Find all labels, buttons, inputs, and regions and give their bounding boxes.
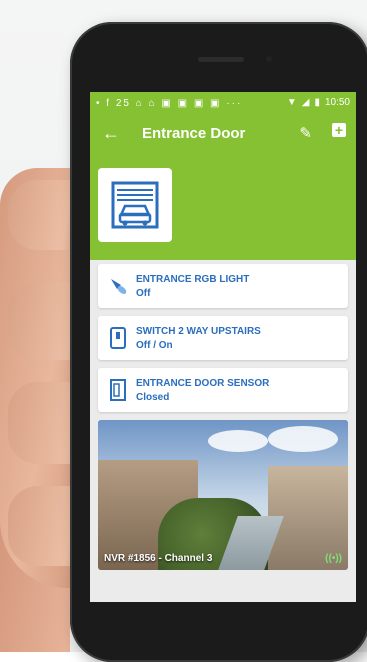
wifi-icon: ▼: [286, 97, 297, 108]
notification-icons: • f 25 ⌂ ⌂ ▣ ▣ ▣ ▣ ···: [96, 97, 243, 109]
status-bar: • f 25 ⌂ ⌂ ▣ ▣ ▣ ▣ ··· ▼ ◢ ▮ 10:50: [90, 92, 356, 114]
clock: 10:50: [324, 97, 350, 108]
device-state: Off / On: [136, 340, 173, 351]
app-bar: ← Entrance Door ✎ +: [90, 114, 356, 152]
hero-banner: [90, 152, 356, 260]
page-title: Entrance Door: [142, 124, 246, 142]
switch-icon: [106, 326, 130, 350]
battery-icon: ▮: [314, 97, 320, 108]
broadcast-icon: ((•)): [325, 553, 342, 564]
device-name: SWITCH 2 WAY UPSTAIRS: [136, 326, 261, 337]
device-card-light[interactable]: ENTRANCE RGB LIGHT Off: [98, 264, 348, 308]
back-arrow-icon[interactable]: ←: [102, 123, 124, 144]
device-state: Off: [136, 288, 151, 299]
cloud: [268, 426, 338, 452]
bulb-icon: [106, 274, 130, 298]
signal-icon: ◢: [301, 97, 310, 108]
phone-speaker: [198, 57, 244, 62]
pencil-icon[interactable]: ✎: [299, 124, 312, 142]
camera-label: NVR #1856 - Channel 3: [104, 553, 213, 564]
front-camera: [266, 56, 272, 62]
phone-screen: • f 25 ⌂ ⌂ ▣ ▣ ▣ ▣ ··· ▼ ◢ ▮ 10:50 ← Ent…: [90, 92, 356, 602]
device-name: ENTRANCE DOOR SENSOR: [136, 378, 270, 389]
device-card-door-sensor[interactable]: ENTRANCE DOOR SENSOR Closed: [98, 368, 348, 412]
garage-tile[interactable]: [98, 168, 172, 242]
status-right: ▼ ◢ ▮ 10:50: [287, 97, 350, 108]
garage-car-icon: [111, 181, 159, 229]
plus-square-icon[interactable]: +: [332, 123, 346, 137]
device-card-switch[interactable]: SWITCH 2 WAY UPSTAIRS Off / On: [98, 316, 348, 360]
device-state: Closed: [136, 392, 170, 403]
cloud: [208, 430, 268, 452]
door-sensor-icon: [106, 378, 130, 402]
device-name: ENTRANCE RGB LIGHT: [136, 274, 250, 285]
camera-feed[interactable]: NVR #1856 - Channel 3 ((•)): [98, 420, 348, 570]
